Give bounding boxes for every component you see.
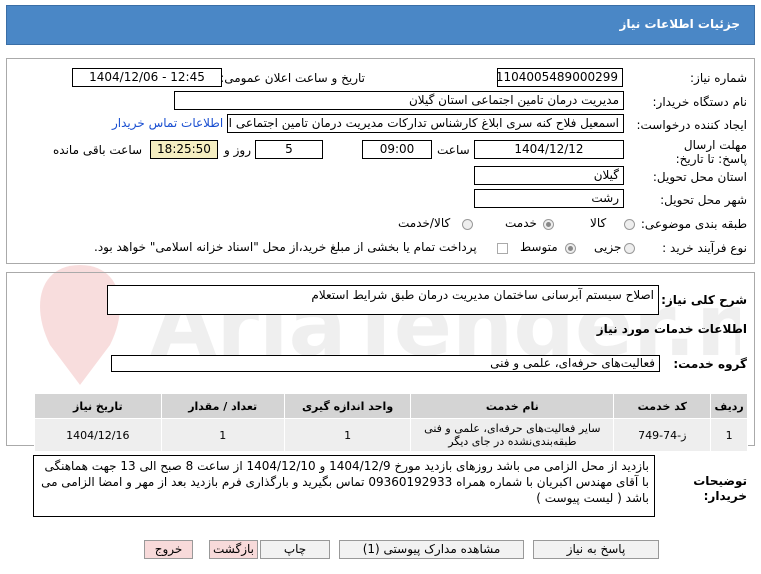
creator-field: اسمعیل فلاح کنه سری ابلاغ کارشناس تدارکا… (227, 114, 624, 133)
view-attachments-button[interactable]: مشاهده مدارک پیوستی (1) (339, 540, 524, 559)
deadline-date-field[interactable]: 1404/12/12 (474, 140, 624, 159)
table-header-row: ردیف کد خدمت نام خدمت واحد اندازه گیری ت… (34, 393, 748, 419)
col-code: کد خدمت (613, 393, 712, 419)
deadline-label: مهلت ارسال پاسخ: تا تاریخ: (675, 138, 747, 166)
city-label: شهر محل تحویل: (660, 193, 747, 207)
services-table: ردیف کد خدمت نام خدمت واحد اندازه گیری ت… (34, 393, 748, 452)
deadline-time-field[interactable]: 09:00 (362, 140, 432, 159)
cell-row: 1 (710, 418, 748, 452)
process-radio-medium[interactable] (565, 243, 576, 254)
category-radio-goods-service[interactable] (462, 219, 473, 230)
remaining-time-field: 18:25:50 (150, 140, 218, 159)
buyer-label: نام دستگاه خریدار: (652, 95, 748, 109)
print-button[interactable]: چاپ (260, 540, 330, 559)
city-field: رشت (474, 189, 624, 208)
need-number-label: شماره نیاز: (690, 71, 747, 85)
creator-label: ایجاد کننده درخواست: (636, 118, 747, 132)
remaining-label: ساعت باقی مانده (53, 143, 143, 157)
cell-code: ز-74-749 (613, 418, 712, 452)
notes-textarea[interactable]: بازدید از محل الزامی می باشد روزهای بازد… (33, 455, 655, 517)
process-radio-minor[interactable] (624, 243, 635, 254)
need-number-field: 1104005489000299 (497, 68, 623, 87)
process-option-minor: جزیی (594, 240, 622, 254)
col-qty: تعداد / مقدار (160, 393, 285, 419)
days-label: روز و (224, 143, 251, 157)
deadline-time-label: ساعت (437, 143, 470, 157)
cell-qty: 1 (160, 418, 285, 452)
reply-button[interactable]: پاسخ به نیاز (533, 540, 659, 559)
col-row: ردیف (710, 393, 748, 419)
buyer-field: مدیریت درمان تامین اجتماعی استان گیلان (174, 91, 624, 110)
col-unit: واحد اندازه گیری (283, 393, 412, 419)
process-label: نوع فرآیند خرید : (662, 241, 747, 255)
col-name: نام خدمت (410, 393, 615, 419)
services-section-title: اطلاعات خدمات مورد نیاز (596, 322, 747, 336)
page-title: جزئیات اطلاعات نیاز (619, 17, 740, 31)
province-label: استان محل تحویل: (652, 170, 747, 184)
category-option-goods-service: کالا/خدمت (398, 216, 451, 230)
summary-textarea[interactable]: اصلاح سیستم آبرسانی ساختمان مدیریت درمان… (107, 285, 659, 315)
announce-field: 1404/12/06 - 12:45 (72, 68, 222, 87)
back-button[interactable]: بازگشت (209, 540, 258, 559)
province-field: گیلان (474, 166, 624, 185)
category-label: طبقه بندی موضوعی: (640, 217, 747, 231)
announce-label: تاریخ و ساعت اعلان عمومی: (220, 71, 365, 85)
treasury-payment-checkbox[interactable] (497, 243, 508, 254)
table-row: 1 ز-74-749 سایر فعالیت‌های حرفه‌ای، علمی… (34, 418, 748, 452)
category-option-service: خدمت (505, 216, 537, 230)
cell-name: سایر فعالیت‌های حرفه‌ای، علمی و فنی طبقه… (410, 418, 615, 452)
days-field: 5 (255, 140, 323, 159)
category-radio-service[interactable] (543, 219, 554, 230)
title-bar: جزئیات اطلاعات نیاز (6, 5, 755, 45)
info-frame (6, 58, 755, 264)
category-radio-goods[interactable] (624, 219, 635, 230)
exit-button[interactable]: خروج (144, 540, 193, 559)
process-option-medium: متوسط (520, 240, 558, 254)
category-option-goods: کالا (590, 216, 607, 230)
buyer-contact-link[interactable]: اطلاعات تماس خریدار (112, 116, 223, 130)
service-group-field: فعالیت‌های حرفه‌ای، علمی و فنی (111, 355, 660, 372)
cell-unit: 1 (283, 418, 412, 452)
service-group-label: گروه خدمت: (673, 357, 747, 371)
cell-date: 1404/12/16 (34, 418, 162, 452)
summary-label: شرح کلی نیاز: (661, 293, 747, 307)
payment-note: پرداخت تمام یا بخشی از مبلغ خرید،از محل … (94, 240, 477, 254)
col-date: تاریخ نیاز (34, 393, 162, 419)
notes-label: توضیحات خریدار: (693, 474, 747, 503)
